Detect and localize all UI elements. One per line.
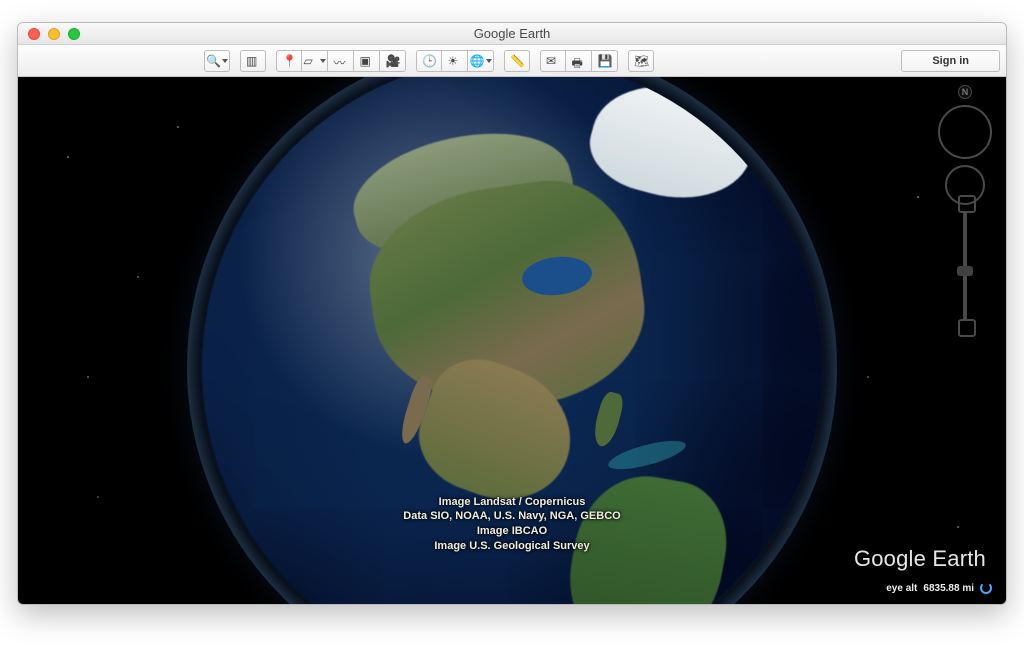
landmass-greenland: [580, 77, 763, 216]
map-viewport[interactable]: Image Landsat / Copernicus Data SIO, NOA…: [18, 77, 1006, 604]
attribution-line: Image U.S. Geological Survey: [403, 539, 620, 554]
window-controls: [18, 28, 80, 40]
atmosphere-glow: [187, 77, 837, 604]
zoom-window-icon[interactable]: [68, 28, 80, 40]
path-icon[interactable]: 〰: [328, 50, 354, 72]
email-icon[interactable]: ✉: [540, 50, 566, 72]
minimize-icon[interactable]: [48, 28, 60, 40]
titlebar: Google Earth: [18, 23, 1006, 45]
landmass-canada: [342, 110, 583, 273]
landmass-florida: [590, 390, 625, 449]
loading-spinner-icon: [980, 582, 992, 594]
image-overlay-icon[interactable]: ▣: [354, 50, 380, 72]
eye-alt-value: 6835.88 mi: [923, 583, 974, 594]
search-icon[interactable]: 🔍: [204, 50, 230, 72]
landmass-south-america: [558, 465, 737, 604]
save-image-icon[interactable]: 💾: [592, 50, 618, 72]
window-title: Google Earth: [18, 26, 1006, 41]
watermark-brand: Google: [854, 546, 926, 571]
earth-surface: [202, 77, 822, 604]
zoom-slider[interactable]: [963, 211, 967, 321]
historical-icon[interactable]: 🕒: [416, 50, 442, 72]
look-joystick[interactable]: [938, 105, 992, 159]
globe[interactable]: [202, 77, 822, 604]
toolbar-group-2: ▥: [240, 50, 266, 72]
placemark-icon[interactable]: 📍: [276, 50, 302, 72]
print-icon[interactable]: 🖶: [566, 50, 592, 72]
ruler-icon[interactable]: 📏: [504, 50, 530, 72]
attribution-line: Image IBCAO: [403, 524, 620, 539]
watermark-product: Earth: [932, 546, 986, 571]
toolbar: 🔍 ▥ 📍 ▱ 〰 ▣ 🎥 🕒 ☀ 🌐 📏 ✉ 🖶 💾: [18, 45, 1006, 77]
caribbean-shallows: [606, 435, 688, 475]
toolbar-group-1: 🔍: [204, 50, 230, 72]
eye-alt-label: eye alt: [886, 583, 917, 594]
toolbar-group-6: ✉ 🖶 💾: [540, 50, 618, 72]
panel-toggle-icon[interactable]: ▥: [240, 50, 266, 72]
move-joystick[interactable]: [945, 165, 985, 205]
view-maps-icon[interactable]: 🗺: [628, 50, 654, 72]
close-icon[interactable]: [28, 28, 40, 40]
compass-north-button[interactable]: N: [958, 85, 972, 99]
record-tour-icon[interactable]: 🎥: [380, 50, 406, 72]
polygon-icon[interactable]: ▱: [302, 50, 328, 72]
app-window: Google Earth 🔍 ▥ 📍 ▱ 〰 ▣ 🎥 🕒 ☀ 🌐 📏: [17, 22, 1007, 605]
great-lakes: [519, 251, 595, 301]
planet-icon[interactable]: 🌐: [468, 50, 494, 72]
imagery-attribution: Image Landsat / Copernicus Data SIO, NOA…: [403, 495, 620, 554]
zoom-thumb[interactable]: [957, 266, 973, 276]
navigation-controls: N: [938, 85, 992, 321]
toolbar-group-4: 🕒 ☀ 🌐: [416, 50, 494, 72]
toolbar-group-3: 📍 ▱ 〰 ▣ 🎥: [276, 50, 406, 72]
attribution-line: Image Landsat / Copernicus: [403, 495, 620, 510]
attribution-line: Data SIO, NOAA, U.S. Navy, NGA, GEBCO: [403, 509, 620, 524]
landmass-mexico: [404, 345, 589, 518]
sunlight-icon[interactable]: ☀: [442, 50, 468, 72]
google-earth-watermark: Google Earth: [854, 546, 986, 572]
toolbar-group-7: 🗺: [628, 50, 654, 72]
landmass-baja: [397, 374, 436, 446]
sign-in-button[interactable]: Sign in: [901, 50, 1000, 72]
landmass-usa: [358, 169, 656, 424]
status-eye-altitude: eye alt 6835.88 mi: [886, 582, 992, 594]
toolbar-group-5: 📏: [504, 50, 530, 72]
